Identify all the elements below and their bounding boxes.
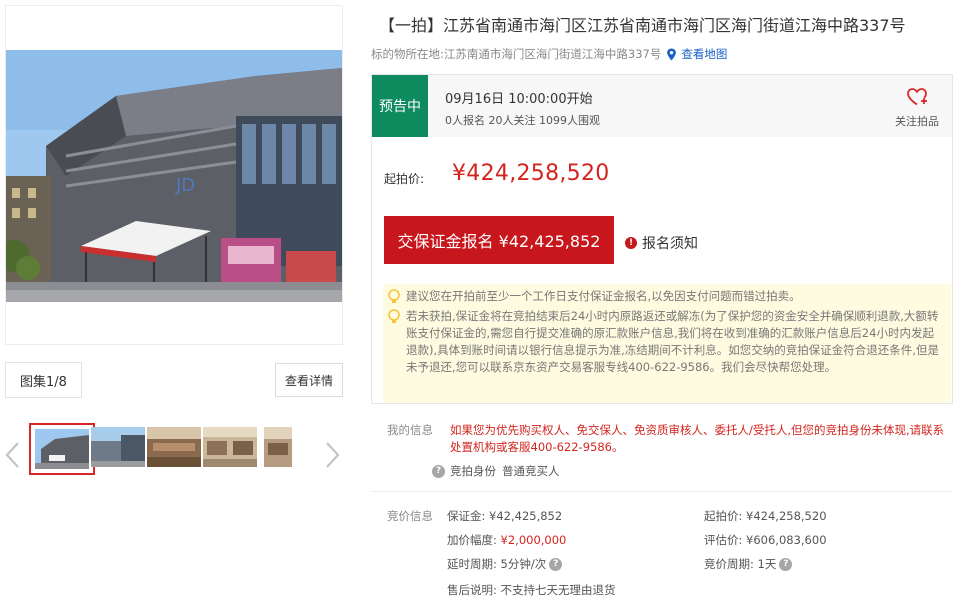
increment-label: 加价幅度: <box>447 533 497 547</box>
thumbnail-2[interactable] <box>91 427 145 467</box>
status-badge: 预告中 <box>372 75 428 137</box>
map-pin-icon <box>667 47 677 61</box>
start-price-value: ¥424,258,520 <box>452 161 610 186</box>
increment-value: ¥2,000,000 <box>500 533 567 547</box>
registration-notice-link[interactable]: ! 报名须知 <box>625 233 698 253</box>
bidder-role-value: 普通竞买人 <box>502 464 560 478</box>
after-sale-label: 售后说明: <box>447 583 497 597</box>
thumbnail-3[interactable] <box>147 427 201 467</box>
start-price-label: 起拍价: <box>384 172 425 186</box>
my-info-label: 我的信息 <box>387 423 433 437</box>
deposit-value: ¥42,425,852 <box>489 509 563 523</box>
auction-stats: 0人报名 20人关注 1099人围观 <box>445 114 600 127</box>
bid-info-label: 竞价信息 <box>387 509 433 523</box>
alert-icon: ! <box>625 237 637 249</box>
delay-row: 延时周期: 5分钟/次 ? <box>447 556 563 572</box>
thumbnail-5[interactable] <box>264 427 292 467</box>
gallery-count: 图集1/8 <box>5 362 82 398</box>
location-address: 江苏南通市海门区海门街道江海中路337号 <box>443 47 662 61</box>
cycle-value: 1天 <box>757 557 777 571</box>
after-sale-row: 售后说明: 不支持七天无理由退货 <box>447 582 616 598</box>
auction-panel: 预告中 09月16日 10:00:00开始 0人报名 20人关注 1099人围观… <box>371 74 953 404</box>
question-icon[interactable]: ? <box>779 557 793 571</box>
tip-text: 若未获拍,保证金将在竞拍结束后24小时内原路返还或解冻(为了保护您的资金安全并确… <box>406 309 939 374</box>
view-details-button[interactable]: 查看详情 <box>275 363 343 397</box>
follow-label: 关注拍品 <box>895 115 939 128</box>
appraisal-label: 评估价: <box>704 533 743 547</box>
lightbulb-icon <box>388 289 400 303</box>
bid-start-label: 起拍价: <box>704 509 743 523</box>
my-info-section: 我的信息 如果您为优先购买权人、免交保人、免资质审核人、委托人/受托人,但您的竞… <box>371 410 953 492</box>
deposit-label: 保证金: <box>447 509 486 523</box>
main-photo[interactable]: JD <box>5 5 343 345</box>
my-info-text: 如果您为优先购买权人、免交保人、免资质审核人、委托人/受托人,但您的竞拍身份未体… <box>450 423 945 454</box>
status-header: 预告中 09月16日 10:00:00开始 0人报名 20人关注 1099人围观… <box>372 75 952 137</box>
bidder-role-line: ? 竞拍身份 普通竞买人 <box>432 463 560 479</box>
bid-info-section: 竞价信息 保证金: ¥42,425,852 起拍价: ¥424,258,520 … <box>371 494 953 608</box>
question-icon[interactable]: ? <box>549 557 563 571</box>
tip-text: 建议您在开拍前至少一个工作日支付保证金报名,以免因支付问题而错过拍卖。 <box>406 289 801 303</box>
thumbnail-strip <box>0 420 350 488</box>
start-price-row: 起拍价: ¥424,258,520 <box>704 508 827 524</box>
appraisal-value: ¥606,083,600 <box>746 533 827 547</box>
thumbnail-4[interactable] <box>203 427 257 467</box>
heart-plus-icon <box>907 88 927 106</box>
question-icon[interactable]: ? <box>432 464 445 478</box>
location-label: 标的物所在地: <box>371 47 444 61</box>
delay-value: 5分钟/次 <box>500 557 547 571</box>
delay-label: 延时周期: <box>447 557 497 571</box>
next-arrow-icon[interactable] <box>322 440 342 470</box>
follow-button[interactable]: 关注拍品 <box>887 87 947 129</box>
registration-notice-label: 报名须知 <box>642 236 698 252</box>
deposit-row: 保证金: ¥42,425,852 <box>447 508 562 524</box>
view-map-link[interactable]: 查看地图 <box>681 46 727 62</box>
previous-arrow-icon[interactable] <box>3 440 23 470</box>
bid-cycle-row: 竞价周期: 1天 ? <box>704 556 793 572</box>
after-sale-value: 不支持七天无理由退货 <box>500 583 616 597</box>
cycle-label: 竞价周期: <box>704 557 754 571</box>
appraisal-row: 评估价: ¥606,083,600 <box>704 532 827 548</box>
lightbulb-icon <box>388 309 400 323</box>
tip-item: 建议您在开拍前至少一个工作日支付保证金报名,以免因支付问题而错过拍卖。 <box>387 288 943 305</box>
gallery-bar: 图集1/8 查看详情 <box>5 362 343 398</box>
tip-item: 若未获拍,保证金将在竞拍结束后24小时内原路返还或解冻(为了保护您的资金安全并确… <box>387 308 943 376</box>
listing-title: 【一拍】江苏省南通市海门区江苏省南通市海门区海门街道江海中路337号 <box>379 16 906 35</box>
bidder-role-label: 竞拍身份 <box>450 464 496 478</box>
bid-start-value: ¥424,258,520 <box>746 509 827 523</box>
svg-text:JD: JD <box>175 175 195 196</box>
increment-row: 加价幅度: ¥2,000,000 <box>447 532 566 548</box>
pay-deposit-register-button[interactable]: 交保证金报名 ¥42,425,852 <box>384 216 614 264</box>
location-line: 标的物所在地: 江苏南通市海门区海门街道江海中路337号 查看地图 <box>371 46 727 62</box>
start-time: 09月16日 10:00:00开始 <box>445 92 593 107</box>
tips-box: 建议您在开拍前至少一个工作日支付保证金报名,以免因支付问题而错过拍卖。 若未获拍… <box>383 284 951 403</box>
thumbnail-1[interactable] <box>29 423 95 475</box>
